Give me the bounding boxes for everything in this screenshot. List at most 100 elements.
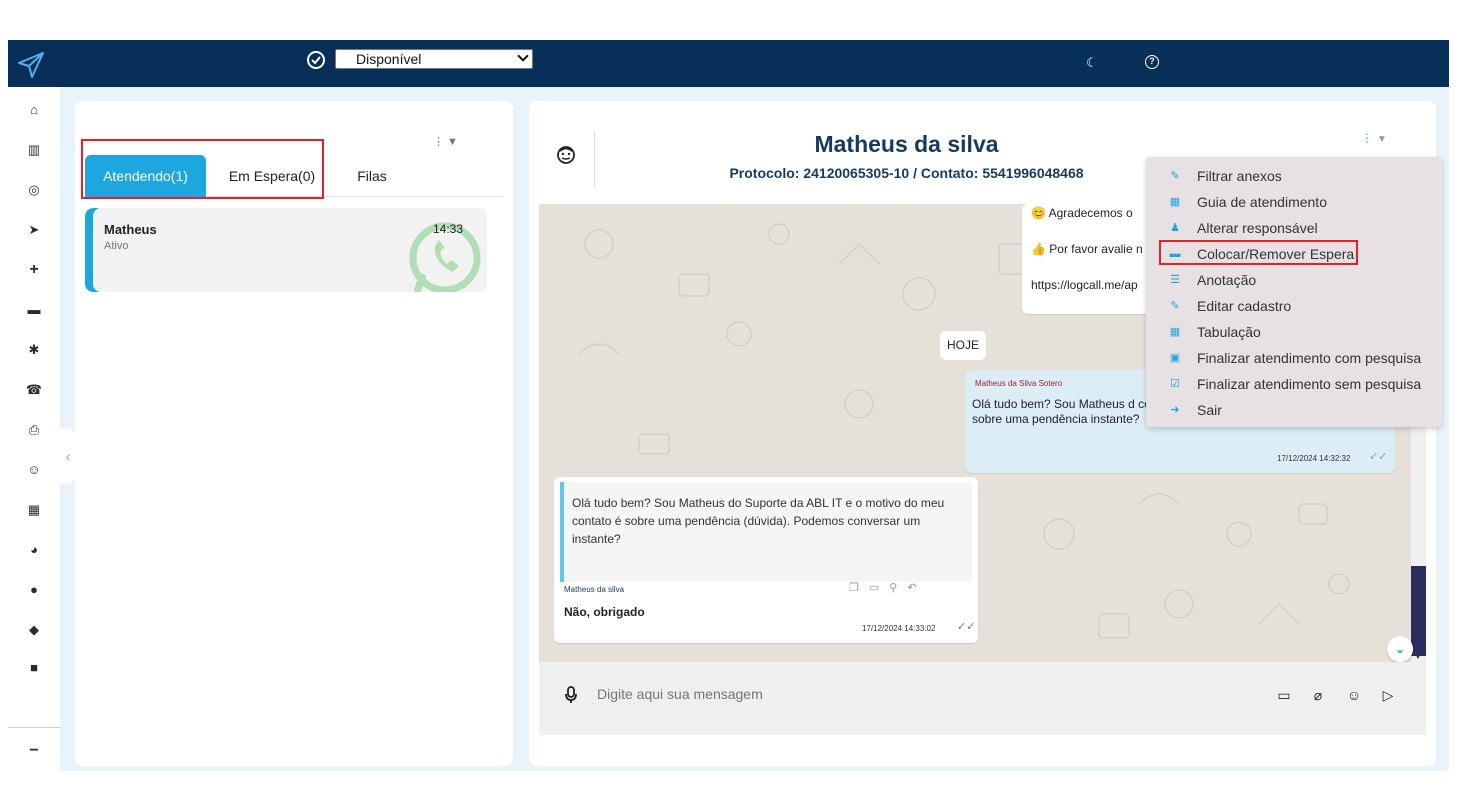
chart-icon[interactable]: ▥ xyxy=(25,141,43,159)
dashboard-icon[interactable]: ◕ xyxy=(25,541,43,559)
double-check-icon: ✓✓ xyxy=(957,621,976,633)
whatsapp-icon[interactable]: ◎ xyxy=(25,181,43,199)
protocol-info: Protocolo: 24120065305-10 / Contato: 554… xyxy=(729,165,1084,181)
grid-icon: ▦ xyxy=(1169,326,1181,338)
home-icon[interactable]: ⌂ xyxy=(25,101,43,119)
minus-icon[interactable]: − xyxy=(25,742,43,760)
status-select[interactable]: Disponível xyxy=(335,49,533,69)
message-text: Não, obrigado xyxy=(564,605,645,619)
message-composer: ▭ ⌀ ☺ ▷ xyxy=(539,662,1426,735)
app-window: Disponível ☾ ? ⌂ ▥ ◎ ➤ + ▬ ✱ ☎ ⎙ ☺ ▦ ◕ ●… xyxy=(8,40,1449,771)
smile-icon[interactable]: ☺ xyxy=(25,461,43,479)
exit-icon: ➜ xyxy=(1170,404,1180,416)
message-bubble-outgoing: 😊 Agradecemos o 👍 Por favor avalie n htt… xyxy=(1022,204,1154,314)
tab-filas[interactable]: Filas xyxy=(342,155,402,197)
conversation-dropdown-menu: ✎ Filtrar anexos ▦ Guia de atendimento ♟… xyxy=(1146,157,1442,427)
menu-item-label: Filtrar anexos xyxy=(1197,168,1282,184)
send-icon[interactable]: ➤ xyxy=(25,221,43,239)
chat-status: Ativo xyxy=(104,240,129,252)
help-icon[interactable]: ? xyxy=(1145,55,1159,69)
quick-reply-icon[interactable]: ▭ xyxy=(1275,686,1293,704)
menu-item-label: Editar cadastro xyxy=(1197,298,1292,314)
collapse-sidebar-handle[interactable]: ‹ xyxy=(60,428,76,484)
pin-icon[interactable]: ⚲ xyxy=(889,582,907,594)
conversation-menu-button[interactable]: ⋮ ▼ xyxy=(1361,131,1387,145)
send-icon[interactable]: ▷ xyxy=(1379,686,1397,704)
edit-icon: ✎ xyxy=(1170,300,1180,312)
gear-icon[interactable]: ✱ xyxy=(25,341,43,359)
menu-item-finalizar-com-pesquisa[interactable]: ▣ Finalizar atendimento com pesquisa xyxy=(1146,345,1442,371)
tabs-highlight xyxy=(81,139,324,199)
chevron-down-icon xyxy=(517,50,529,62)
menu-item-label: Finalizar atendimento com pesquisa xyxy=(1197,350,1422,366)
menu-item-guia-atendimento[interactable]: ▦ Guia de atendimento xyxy=(1146,189,1442,215)
comment-icon[interactable]: ◆ xyxy=(25,621,43,639)
chat-list-item[interactable]: Matheus Ativo 14:33 xyxy=(85,208,487,292)
badge-check-icon xyxy=(307,51,325,69)
menu-item-label: Finalizar atendimento sem pesquisa xyxy=(1197,376,1422,392)
moon-icon[interactable]: ☾ xyxy=(1086,55,1100,70)
message-sender: Matheus da Silva Sotero xyxy=(975,379,1063,388)
reply-icon[interactable]: ↶ xyxy=(907,582,926,594)
paper-plane-logo-icon[interactable] xyxy=(16,50,46,80)
calendar-check-icon: ▣ xyxy=(1169,352,1181,364)
menu-item-label: Alterar responsável xyxy=(1197,220,1318,236)
sidebar: ⌂ ▥ ◎ ➤ + ▬ ✱ ☎ ⎙ ☺ ▦ ◕ ● ◆ ■ − xyxy=(8,87,60,771)
menu-item-sair[interactable]: ➜ Sair xyxy=(1146,397,1442,423)
chat-contact-name: Matheus xyxy=(104,222,157,237)
chat-list-panel: ⋮ ▼ Atendendo(1) Em Espera(0) Filas Math… xyxy=(75,101,513,766)
menu-item-editar-cadastro[interactable]: ✎ Editar cadastro xyxy=(1146,293,1442,319)
menu-item-label: Guia de atendimento xyxy=(1197,194,1327,210)
copy-icon[interactable]: ❐ xyxy=(849,582,869,594)
menu-highlight xyxy=(1159,240,1358,265)
check-square-icon: ☑ xyxy=(1170,378,1180,390)
status-select-value: Disponível xyxy=(356,51,422,67)
message-text: 😊 Agradecemos o xyxy=(1031,206,1133,220)
date-separator: HOJE xyxy=(940,331,986,360)
microphone-icon[interactable] xyxy=(564,686,578,704)
message-actions: ❐▭⚲↶ xyxy=(849,581,927,594)
menu-item-finalizar-sem-pesquisa[interactable]: ☑ Finalizar atendimento sem pesquisa xyxy=(1146,371,1442,397)
phone-icon[interactable]: ☎ xyxy=(25,381,43,399)
double-check-icon: ✓✓ xyxy=(1369,451,1388,463)
chevron-down-icon: ▼ xyxy=(1377,134,1387,145)
message-timestamp: 17/12/2024 14:33:02 xyxy=(862,624,936,633)
header-divider xyxy=(594,131,595,187)
message-sender: Matheus da silva xyxy=(564,585,625,594)
menu-item-filtrar-anexos[interactable]: ✎ Filtrar anexos xyxy=(1146,163,1442,189)
top-bar: Disponível ☾ ? xyxy=(8,40,1449,87)
user-plus-icon: ♟ xyxy=(1170,222,1180,234)
paperclip-icon: ✎ xyxy=(1170,170,1180,182)
menu-item-label: Anotação xyxy=(1197,272,1257,288)
plus-icon[interactable]: + xyxy=(25,261,43,279)
briefcase-icon[interactable]: ▬ xyxy=(25,301,43,319)
video-icon[interactable]: ■ xyxy=(25,659,43,677)
quoted-message[interactable]: Olá tudo bem? Sou Matheus do Suporte da … xyxy=(560,482,972,582)
scroll-arrow-down-icon[interactable]: ▼ xyxy=(1414,652,1422,661)
message-input[interactable] xyxy=(597,684,1197,704)
chat-time: 14:33 xyxy=(433,222,464,236)
message-link[interactable]: https://logcall.me/ap xyxy=(1031,278,1138,292)
scrollbar-thumb[interactable] xyxy=(1411,566,1426,656)
menu-item-anotacao[interactable]: ☰ Anotação xyxy=(1146,267,1442,293)
scroll-down-button[interactable]: ⌄ xyxy=(1387,636,1413,662)
comment-icon[interactable]: ▭ xyxy=(869,582,889,594)
message-bubble-incoming: Olá tudo bem? Sou Matheus do Suporte da … xyxy=(554,477,978,643)
emoji-icon[interactable]: ☺ xyxy=(1345,686,1363,704)
kebab-menu-icon[interactable]: ⋮ ▼ xyxy=(433,135,463,149)
contact-name: Matheus da silva xyxy=(814,131,999,157)
menu-item-label: Sair xyxy=(1197,402,1222,418)
sidebar-divider xyxy=(8,727,60,728)
calendar-icon: ▦ xyxy=(1169,196,1181,208)
menu-item-label: Tabulação xyxy=(1197,324,1261,340)
quoted-message-text: Olá tudo bem? Sou Matheus do Suporte da … xyxy=(572,496,945,546)
calendar-icon[interactable]: ▦ xyxy=(25,501,43,519)
menu-item-tabulacao[interactable]: ▦ Tabulação xyxy=(1146,319,1442,345)
list-icon: ☰ xyxy=(1170,274,1180,286)
paperclip-icon[interactable]: ⌀ xyxy=(1309,686,1327,704)
contact-avatar-icon xyxy=(557,146,575,164)
comments-icon[interactable]: ● xyxy=(25,581,43,599)
menu-item-alterar-responsavel[interactable]: ♟ Alterar responsável xyxy=(1146,215,1442,241)
printer-icon[interactable]: ⎙ xyxy=(25,421,43,439)
message-text: 👍 Por favor avalie n xyxy=(1031,242,1143,256)
